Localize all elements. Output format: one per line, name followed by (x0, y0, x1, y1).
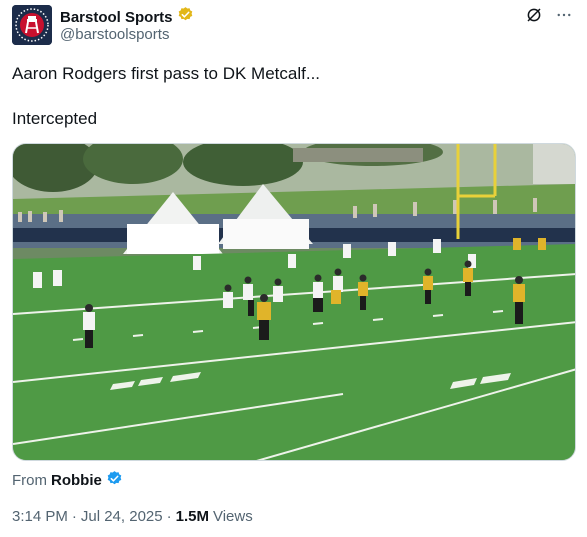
meta-separator: · (71, 508, 77, 525)
video-player[interactable] (12, 143, 576, 461)
post-date[interactable]: Jul 24, 2025 (81, 508, 163, 525)
views-count: 1.5M (175, 508, 209, 525)
avatar[interactable] (12, 5, 52, 45)
post-text-line-1: Aaron Rodgers first pass to DK Metcalf..… (12, 64, 321, 83)
verified-badge-icon (177, 6, 194, 28)
meta-separator: · (166, 508, 172, 525)
views-label: Views (212, 508, 253, 525)
top-actions (525, 6, 573, 29)
verified-badge-icon (106, 470, 123, 491)
more-icon[interactable] (555, 6, 573, 29)
author-name-row: Barstool Sports (60, 6, 194, 28)
post-text-line-2: Intercepted (12, 109, 98, 128)
grok-icon[interactable] (525, 6, 543, 29)
barstool-logo-icon (12, 5, 52, 45)
attribution-row: From Robbie (12, 470, 123, 491)
post-time[interactable]: 3:14 PM (12, 508, 68, 525)
post-meta: 3:14 PM · Jul 24, 2025 · 1.5M Views (12, 508, 253, 525)
attribution-prefix: From (12, 472, 47, 489)
attribution-name[interactable]: Robbie (51, 472, 102, 489)
author-display-name[interactable]: Barstool Sports (60, 9, 173, 26)
video-frame-football-practice (13, 144, 575, 460)
author-handle[interactable]: @barstoolsports (60, 26, 169, 43)
